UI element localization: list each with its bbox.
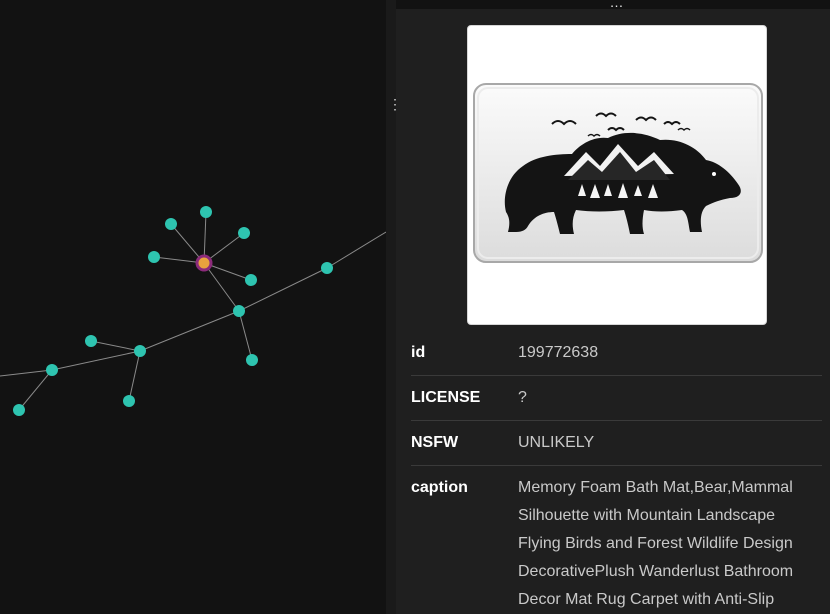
- graph-node[interactable]: [148, 251, 160, 263]
- field-value: Memory Foam Bath Mat,Bear,Mammal Silhoue…: [518, 479, 794, 608]
- field-row-id: id 199772638: [411, 331, 822, 376]
- field-row-license: LICENSE ?: [411, 376, 822, 421]
- field-key: caption: [411, 479, 468, 496]
- field-key: id: [411, 344, 426, 361]
- graph-node[interactable]: [165, 218, 177, 230]
- field-value: UNLIKELY: [518, 434, 595, 451]
- graph-node[interactable]: [321, 262, 333, 274]
- graph-nodes[interactable]: [13, 206, 333, 416]
- graph-edge: [128, 350, 141, 402]
- graph-node[interactable]: [46, 364, 58, 376]
- field-value: ?: [518, 389, 527, 406]
- graph-edge: [90, 340, 141, 352]
- field-row-nsfw: NSFW UNLIKELY: [411, 421, 822, 466]
- record-image: [467, 25, 767, 325]
- panel-splitter[interactable]: ⋮: [386, 0, 402, 614]
- field-key: LICENSE: [411, 389, 481, 406]
- graph-node[interactable]: [245, 274, 257, 286]
- app-window: ⋮ id 199772638 LICENSE ? NSFW UNLIKELY c…: [0, 0, 830, 614]
- field-key: NSFW: [411, 434, 459, 451]
- graph-edge: [51, 350, 141, 371]
- graph-edges: [0, 211, 386, 411]
- graph-edge: [139, 310, 240, 352]
- graph-node[interactable]: [238, 227, 250, 239]
- field-value: 199772638: [518, 344, 599, 361]
- graph-edge: [326, 231, 386, 269]
- field-row-caption: caption Memory Foam Bath Mat,Bear,Mammal…: [411, 466, 822, 614]
- graph-node[interactable]: [123, 395, 135, 407]
- graph-edge: [238, 310, 253, 361]
- graph-node[interactable]: [134, 345, 146, 357]
- graph-node[interactable]: [246, 354, 258, 366]
- record-fields: id 199772638 LICENSE ? NSFW UNLIKELY cap…: [411, 331, 822, 614]
- graph-node[interactable]: [200, 206, 212, 218]
- graph-svg[interactable]: [0, 0, 386, 614]
- graph-canvas[interactable]: [0, 0, 386, 614]
- graph-edge: [18, 369, 53, 411]
- details-panel: id 199772638 LICENSE ? NSFW UNLIKELY cap…: [396, 9, 830, 614]
- bear-bath-mat-image: [473, 83, 763, 263]
- graph-node[interactable]: [13, 404, 25, 416]
- graph-node[interactable]: [85, 335, 97, 347]
- more-options-icon[interactable]: …: [604, 0, 630, 9]
- graph-node-selected[interactable]: [195, 254, 213, 272]
- drag-handle-icon[interactable]: ⋮: [388, 96, 402, 112]
- graph-node[interactable]: [233, 305, 245, 317]
- graph-edge: [0, 369, 53, 377]
- graph-edge: [203, 262, 240, 312]
